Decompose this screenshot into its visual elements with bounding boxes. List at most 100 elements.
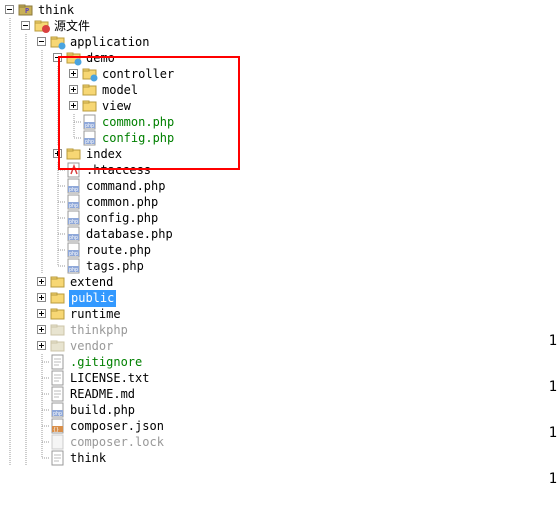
folder-ignored-icon	[50, 322, 66, 338]
line-number: 1	[549, 456, 557, 502]
tree-node-controller[interactable]: controller	[2, 66, 560, 82]
tree-node-command-php[interactable]: php command.php	[2, 178, 560, 194]
expand-icon[interactable]	[37, 341, 46, 350]
tree-node-readme[interactable]: README.md	[2, 386, 560, 402]
tree-node-license[interactable]: LICENSE.txt	[2, 370, 560, 386]
folder-icon	[50, 306, 66, 322]
node-label: index	[85, 146, 123, 163]
tree-node-extend[interactable]: extend	[2, 274, 560, 290]
php-file-icon: php	[66, 194, 82, 210]
expand-icon[interactable]	[37, 325, 46, 334]
tree-node-common-php[interactable]: php common.php	[2, 194, 560, 210]
line-number-column: 1 1 1 1	[549, 318, 557, 502]
node-label: controller	[101, 66, 175, 83]
tree-node-composer-lock[interactable]: composer.lock	[2, 434, 560, 450]
node-label: config.php	[101, 130, 175, 147]
php-file-icon: php	[66, 258, 82, 274]
php-file-icon: php	[66, 242, 82, 258]
expand-icon[interactable]	[53, 149, 62, 158]
tree-node-config-php[interactable]: php config.php	[2, 210, 560, 226]
folder-source-icon	[50, 34, 66, 50]
text-file-icon	[50, 450, 66, 466]
tree-node-view[interactable]: view	[2, 98, 560, 114]
svg-text:php: php	[85, 139, 94, 145]
svg-text:php: php	[53, 411, 62, 417]
expand-icon[interactable]	[37, 277, 46, 286]
svg-text:php: php	[69, 219, 78, 225]
node-label: think	[37, 2, 75, 19]
folder-source-icon	[82, 66, 98, 82]
tree-node-gitignore[interactable]: .gitignore	[2, 354, 560, 370]
apache-file-icon	[66, 162, 82, 178]
text-file-icon	[50, 354, 66, 370]
tree-node-runtime[interactable]: runtime	[2, 306, 560, 322]
node-label: LICENSE.txt	[69, 370, 150, 387]
svg-text:php: php	[69, 203, 78, 209]
tree-node-database-php[interactable]: php database.php	[2, 226, 560, 242]
line-number: 1	[549, 318, 557, 364]
folder-icon	[50, 274, 66, 290]
node-label: README.md	[69, 386, 136, 403]
line-number: 1	[549, 364, 557, 410]
node-label: application	[69, 34, 150, 51]
node-label: build.php	[69, 402, 136, 419]
tree-node-htaccess[interactable]: .htaccess	[2, 162, 560, 178]
tree-node-build-php[interactable]: php build.php	[2, 402, 560, 418]
tree-node-route-php[interactable]: php route.php	[2, 242, 560, 258]
svg-text:php: php	[69, 251, 78, 257]
node-label: composer.json	[69, 418, 165, 435]
svg-text:P: P	[25, 7, 29, 15]
node-label: common.php	[85, 194, 159, 211]
folder-icon	[82, 98, 98, 114]
node-label: .gitignore	[69, 354, 143, 371]
php-project-icon: P	[18, 2, 34, 18]
folder-icon	[82, 82, 98, 98]
expand-icon[interactable]	[37, 309, 46, 318]
text-file-icon	[50, 370, 66, 386]
collapse-icon[interactable]	[21, 21, 30, 30]
tree-node-think-file[interactable]: think	[2, 450, 560, 466]
tree-node-composer-json[interactable]: {} composer.json	[2, 418, 560, 434]
folder-ignored-icon	[50, 338, 66, 354]
node-label: database.php	[85, 226, 174, 243]
tree-node-demo-config-php[interactable]: php config.php	[2, 130, 560, 146]
node-label: thinkphp	[69, 322, 129, 339]
tree-node-public[interactable]: public	[2, 290, 560, 306]
node-label-selected: public	[69, 290, 116, 307]
line-number: 1	[549, 410, 557, 456]
node-label: tags.php	[85, 258, 145, 275]
expand-icon[interactable]	[69, 85, 78, 94]
php-file-icon: php	[66, 210, 82, 226]
node-label: .htaccess	[85, 162, 152, 179]
svg-text:{}: {}	[53, 427, 59, 433]
folder-badge-icon	[34, 18, 50, 34]
tree-node-demo-common-php[interactable]: php common.php	[2, 114, 560, 130]
tree-node-source-files[interactable]: 源文件	[2, 18, 560, 34]
tree-node-model[interactable]: model	[2, 82, 560, 98]
expand-icon[interactable]	[69, 69, 78, 78]
expand-icon[interactable]	[69, 101, 78, 110]
text-file-icon	[50, 386, 66, 402]
project-tree: P think 源文件 application demo controller …	[0, 0, 560, 466]
svg-text:php: php	[69, 187, 78, 193]
tree-node-demo[interactable]: demo	[2, 50, 560, 66]
collapse-icon[interactable]	[37, 37, 46, 46]
tree-node-index[interactable]: index	[2, 146, 560, 162]
svg-text:php: php	[69, 267, 78, 273]
file-ignored-icon	[50, 434, 66, 450]
node-label: view	[101, 98, 132, 115]
node-label: composer.lock	[69, 434, 165, 451]
collapse-icon[interactable]	[5, 5, 14, 14]
collapse-icon[interactable]	[53, 53, 62, 62]
node-label: route.php	[85, 242, 152, 259]
expand-icon[interactable]	[37, 293, 46, 302]
folder-icon	[50, 290, 66, 306]
tree-node-tags-php[interactable]: php tags.php	[2, 258, 560, 274]
node-label: common.php	[101, 114, 175, 131]
folder-icon	[66, 146, 82, 162]
tree-node-application[interactable]: application	[2, 34, 560, 50]
tree-node-vendor[interactable]: vendor	[2, 338, 560, 354]
node-label: config.php	[85, 210, 159, 227]
tree-node-thinkphp[interactable]: thinkphp	[2, 322, 560, 338]
tree-node-root[interactable]: P think	[2, 2, 560, 18]
